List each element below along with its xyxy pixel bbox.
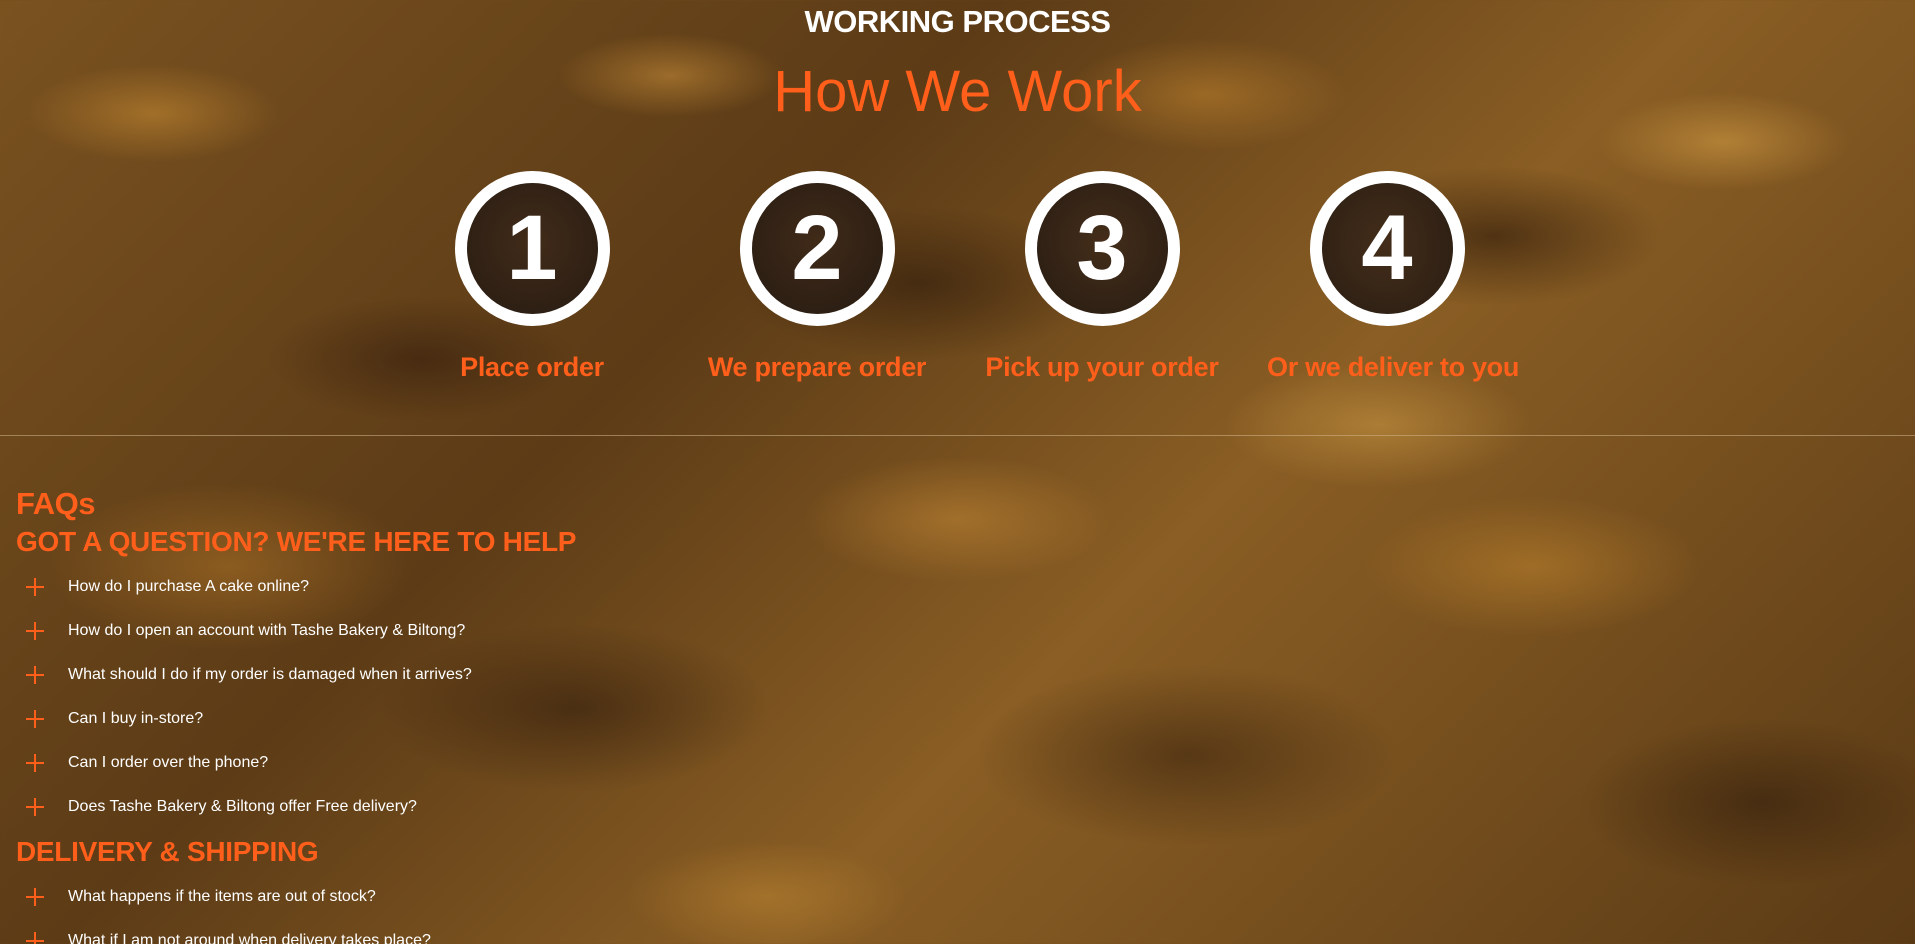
step-label: Pick up your order	[985, 352, 1219, 382]
faq-item-buy-in-store[interactable]: Can I buy in-store?	[16, 697, 576, 741]
faq-item-out-of-stock[interactable]: What happens if the items are out of sto…	[16, 875, 576, 919]
plus-icon[interactable]	[26, 578, 44, 596]
plus-icon[interactable]	[26, 754, 44, 772]
section-title: How We Work	[773, 59, 1142, 124]
faq-section: FAQs GOT A QUESTION? WE'RE HERE TO HELP …	[16, 484, 576, 944]
step-number-badge: 1	[454, 171, 610, 326]
faq-question: Can I order over the phone?	[68, 754, 269, 771]
step-number-badge: 2	[739, 171, 895, 326]
faq-item-open-account[interactable]: How do I open an account with Tashe Bake…	[16, 609, 576, 653]
working-process-section: WORKING PROCESS How We Work 1 Place orde…	[0, 0, 1915, 436]
step-label: We prepare order	[707, 352, 927, 382]
faq-question: Does Tashe Bakery & Biltong offer Free d…	[68, 798, 417, 815]
plus-icon[interactable]	[26, 622, 44, 640]
process-step-4: 4 Or we deliver to you	[1267, 171, 1520, 383]
step-number-badge: 3	[1024, 171, 1180, 326]
faq-question: What if I am not around when delivery ta…	[68, 932, 431, 944]
faq-question: How do I purchase A cake online?	[68, 578, 310, 595]
faq-question: What should I do if my order is damaged …	[68, 666, 472, 683]
plus-icon[interactable]	[26, 666, 44, 684]
faq-question: Can I buy in-store?	[68, 710, 204, 727]
faq-title: FAQs	[16, 486, 95, 521]
step-label: Or we deliver to you	[1267, 352, 1520, 382]
faq-item-order-by-phone[interactable]: Can I order over the phone?	[16, 741, 576, 785]
plus-icon[interactable]	[26, 710, 44, 728]
faq-item-free-delivery[interactable]: Does Tashe Bakery & Biltong offer Free d…	[16, 785, 576, 829]
process-step-2: 2 We prepare order	[697, 171, 937, 383]
step-label: Place order	[460, 352, 604, 382]
process-step-3: 3 Pick up your order	[982, 171, 1222, 383]
plus-icon[interactable]	[26, 798, 44, 816]
plus-icon[interactable]	[26, 932, 44, 944]
section-kicker: WORKING PROCESS	[804, 4, 1111, 39]
faq-item-not-around-delivery[interactable]: What if I am not around when delivery ta…	[16, 919, 576, 944]
faq-question: How do I open an account with Tashe Bake…	[68, 622, 466, 639]
faq-item-purchase-cake[interactable]: How do I purchase A cake online?	[16, 565, 576, 609]
step-number-badge: 4	[1309, 171, 1465, 326]
process-step-1: 1 Place order	[412, 171, 652, 383]
plus-icon[interactable]	[26, 888, 44, 906]
faq-item-damaged-order[interactable]: What should I do if my order is damaged …	[16, 653, 576, 697]
faq-category-heading: DELIVERY & SHIPPING	[16, 836, 319, 867]
faq-question: What happens if the items are out of sto…	[68, 888, 376, 905]
faq-category-heading: GOT A QUESTION? WE'RE HERE TO HELP	[16, 526, 577, 557]
